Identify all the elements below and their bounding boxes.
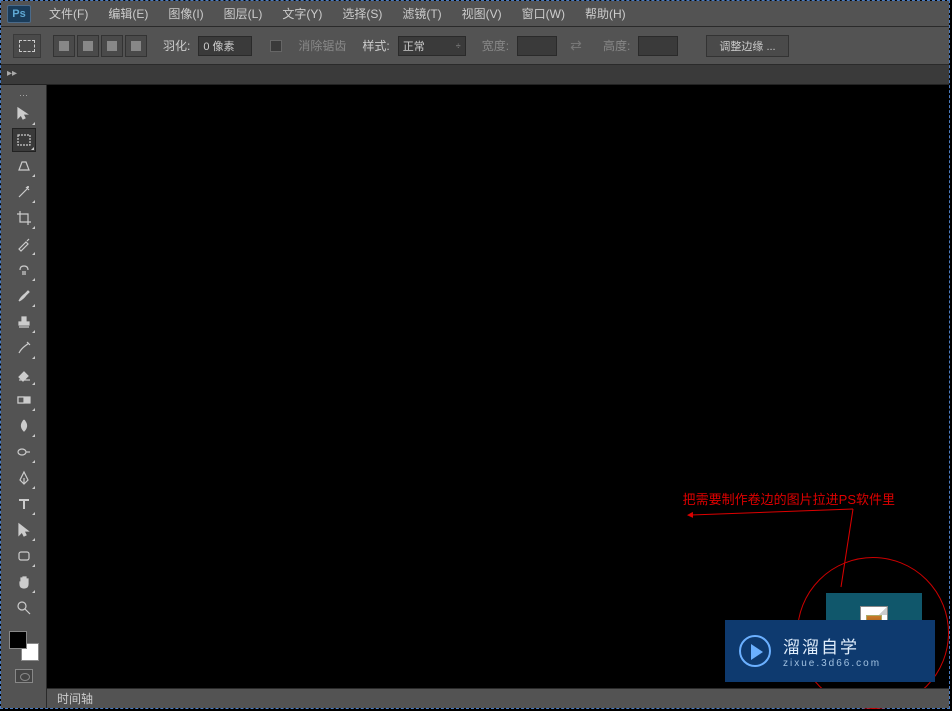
dodge-tool[interactable]	[12, 440, 36, 464]
antialias-checkbox	[270, 40, 282, 52]
style-label: 样式:	[362, 37, 389, 54]
selection-add[interactable]	[77, 35, 99, 57]
bottom-panel-bar: 时间轴	[47, 688, 949, 708]
refine-edge-button[interactable]: 调整边缘 ...	[706, 35, 788, 57]
canvas[interactable]: 把需要制作卷边的图片拉进PS软件里 演示图片.jpg 溜溜自学 zixue.3d…	[47, 85, 949, 708]
menu-layer[interactable]: 图层(L)	[214, 1, 273, 26]
history-brush-tool[interactable]	[12, 336, 36, 360]
toolbox: ⋯	[1, 85, 47, 708]
timeline-tab[interactable]: 时间轴	[57, 690, 93, 707]
foreground-color-swatch[interactable]	[9, 631, 27, 649]
toolbox-collapse-icon[interactable]: ⋯	[1, 89, 46, 101]
menu-window[interactable]: 窗口(W)	[512, 1, 575, 26]
stamp-tool[interactable]	[12, 310, 36, 334]
path-selection-tool[interactable]	[12, 518, 36, 542]
document-tab-strip: ▸▸	[1, 65, 949, 85]
menu-select[interactable]: 选择(S)	[332, 1, 392, 26]
color-swatches[interactable]	[9, 631, 39, 661]
eraser-tool[interactable]	[12, 362, 36, 386]
app-window: Ps 文件(F) 编辑(E) 图像(I) 图层(L) 文字(Y) 选择(S) 滤…	[0, 0, 950, 709]
feather-label: 羽化:	[163, 37, 190, 54]
menu-help[interactable]: 帮助(H)	[575, 1, 636, 26]
selection-new[interactable]	[53, 35, 75, 57]
annotation-text: 把需要制作卷边的图片拉进PS软件里	[683, 489, 895, 508]
feather-input[interactable]	[198, 36, 252, 56]
menu-view[interactable]: 视图(V)	[452, 1, 512, 26]
swap-dimensions-icon: ⇄	[565, 35, 587, 57]
watermark-subtitle: zixue.3d66.com	[783, 658, 881, 669]
selection-mode-group	[53, 35, 147, 57]
menubar: Ps 文件(F) 编辑(E) 图像(I) 图层(L) 文字(Y) 选择(S) 滤…	[1, 1, 949, 27]
selection-intersect[interactable]	[125, 35, 147, 57]
hand-tool[interactable]	[12, 570, 36, 594]
play-icon	[739, 635, 771, 667]
eyedropper-tool[interactable]	[12, 232, 36, 256]
wand-tool[interactable]	[12, 180, 36, 204]
height-input	[638, 36, 678, 56]
menu-edit[interactable]: 编辑(E)	[98, 1, 158, 26]
move-tool[interactable]	[12, 102, 36, 126]
menu-type[interactable]: 文字(Y)	[272, 1, 332, 26]
lasso-tool[interactable]	[12, 154, 36, 178]
zoom-tool[interactable]	[12, 596, 36, 620]
tool-preset-icon[interactable]	[13, 34, 41, 58]
antialias-label: 消除锯齿	[298, 37, 346, 54]
blur-tool[interactable]	[12, 414, 36, 438]
quick-mask-toggle[interactable]	[15, 669, 33, 683]
watermark: 溜溜自学 zixue.3d66.com	[725, 620, 935, 682]
menu-file[interactable]: 文件(F)	[39, 1, 98, 26]
width-input	[517, 36, 557, 56]
tab-collapse-icon[interactable]: ▸▸	[7, 68, 17, 79]
menu-image[interactable]: 图像(I)	[158, 1, 213, 26]
selection-subtract[interactable]	[101, 35, 123, 57]
menu-filter[interactable]: 滤镜(T)	[392, 1, 451, 26]
brush-tool[interactable]	[12, 284, 36, 308]
width-label: 宽度:	[482, 37, 509, 54]
app-logo: Ps	[7, 5, 31, 23]
type-tool[interactable]	[12, 492, 36, 516]
style-select[interactable]: 正常	[398, 36, 466, 56]
options-bar: 羽化: 消除锯齿 样式: 正常 宽度: ⇄ 高度: 调整边缘 ...	[1, 27, 949, 65]
workspace: ⋯	[1, 85, 949, 708]
healing-tool[interactable]	[12, 258, 36, 282]
crop-tool[interactable]	[12, 206, 36, 230]
gradient-tool[interactable]	[12, 388, 36, 412]
shape-tool[interactable]	[12, 544, 36, 568]
height-label: 高度:	[603, 37, 630, 54]
watermark-title: 溜溜自学	[783, 633, 881, 658]
marquee-tool[interactable]	[12, 128, 36, 152]
pen-tool[interactable]	[12, 466, 36, 490]
